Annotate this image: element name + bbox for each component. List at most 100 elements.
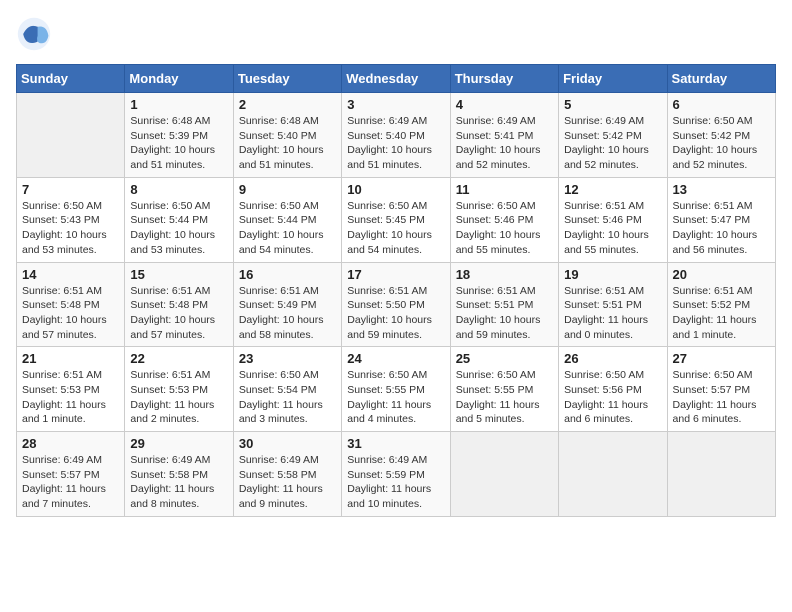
day-number: 17 [347, 267, 444, 282]
day-number: 2 [239, 97, 336, 112]
day-number: 10 [347, 182, 444, 197]
day-number: 8 [130, 182, 227, 197]
calendar-cell: 23 Sunrise: 6:50 AM Sunset: 5:54 PM Dayli… [233, 347, 341, 432]
header-row: SundayMondayTuesdayWednesdayThursdayFrid… [17, 65, 776, 93]
day-info: Sunrise: 6:51 AM Sunset: 5:53 PM Dayligh… [22, 368, 119, 427]
header-saturday: Saturday [667, 65, 775, 93]
day-number: 28 [22, 436, 119, 451]
day-info: Sunrise: 6:50 AM Sunset: 5:46 PM Dayligh… [456, 199, 553, 258]
calendar-cell: 10 Sunrise: 6:50 AM Sunset: 5:45 PM Dayli… [342, 177, 450, 262]
day-number: 29 [130, 436, 227, 451]
day-info: Sunrise: 6:50 AM Sunset: 5:42 PM Dayligh… [673, 114, 770, 173]
calendar-cell: 1Sunrise: 6:48 AM Sunset: 5:39 PM Daylig… [125, 93, 233, 178]
day-number: 14 [22, 267, 119, 282]
day-info: Sunrise: 6:51 AM Sunset: 5:49 PM Dayligh… [239, 284, 336, 343]
header-monday: Monday [125, 65, 233, 93]
calendar-cell: 26 Sunrise: 6:50 AM Sunset: 5:56 PM Dayli… [559, 347, 667, 432]
calendar-cell: 29 Sunrise: 6:49 AM Sunset: 5:58 PM Dayli… [125, 432, 233, 517]
day-info: Sunrise: 6:50 AM Sunset: 5:44 PM Dayligh… [239, 199, 336, 258]
day-number: 16 [239, 267, 336, 282]
day-info: Sunrise: 6:49 AM Sunset: 5:57 PM Dayligh… [22, 453, 119, 512]
calendar-body: 1Sunrise: 6:48 AM Sunset: 5:39 PM Daylig… [17, 93, 776, 517]
day-info: Sunrise: 6:50 AM Sunset: 5:45 PM Dayligh… [347, 199, 444, 258]
day-info: Sunrise: 6:51 AM Sunset: 5:46 PM Dayligh… [564, 199, 661, 258]
header-wednesday: Wednesday [342, 65, 450, 93]
day-info: Sunrise: 6:49 AM Sunset: 5:59 PM Dayligh… [347, 453, 444, 512]
page-header [16, 16, 776, 52]
header-thursday: Thursday [450, 65, 558, 93]
logo-icon [16, 16, 52, 52]
day-number: 13 [673, 182, 770, 197]
week-row-0: 1Sunrise: 6:48 AM Sunset: 5:39 PM Daylig… [17, 93, 776, 178]
calendar-cell: 31Sunrise: 6:49 AM Sunset: 5:59 PM Dayli… [342, 432, 450, 517]
calendar-cell: 8 Sunrise: 6:50 AM Sunset: 5:44 PM Daylig… [125, 177, 233, 262]
week-row-3: 21 Sunrise: 6:51 AM Sunset: 5:53 PM Dayli… [17, 347, 776, 432]
calendar-cell: 6 Sunrise: 6:50 AM Sunset: 5:42 PM Daylig… [667, 93, 775, 178]
day-info: Sunrise: 6:48 AM Sunset: 5:40 PM Dayligh… [239, 114, 336, 173]
calendar-cell: 24 Sunrise: 6:50 AM Sunset: 5:55 PM Dayli… [342, 347, 450, 432]
day-info: Sunrise: 6:49 AM Sunset: 5:41 PM Dayligh… [456, 114, 553, 173]
calendar-cell: 12 Sunrise: 6:51 AM Sunset: 5:46 PM Dayli… [559, 177, 667, 262]
week-row-4: 28 Sunrise: 6:49 AM Sunset: 5:57 PM Dayli… [17, 432, 776, 517]
calendar-cell: 4 Sunrise: 6:49 AM Sunset: 5:41 PM Daylig… [450, 93, 558, 178]
day-number: 15 [130, 267, 227, 282]
day-number: 9 [239, 182, 336, 197]
day-number: 23 [239, 351, 336, 366]
day-info: Sunrise: 6:51 AM Sunset: 5:51 PM Dayligh… [456, 284, 553, 343]
day-number: 11 [456, 182, 553, 197]
calendar-cell: 30Sunrise: 6:49 AM Sunset: 5:58 PM Dayli… [233, 432, 341, 517]
day-number: 26 [564, 351, 661, 366]
calendar-cell: 25 Sunrise: 6:50 AM Sunset: 5:55 PM Dayli… [450, 347, 558, 432]
calendar-cell [559, 432, 667, 517]
day-info: Sunrise: 6:49 AM Sunset: 5:58 PM Dayligh… [130, 453, 227, 512]
day-info: Sunrise: 6:51 AM Sunset: 5:53 PM Dayligh… [130, 368, 227, 427]
calendar-cell: 16 Sunrise: 6:51 AM Sunset: 5:49 PM Dayli… [233, 262, 341, 347]
calendar-table: SundayMondayTuesdayWednesdayThursdayFrid… [16, 64, 776, 517]
calendar-cell: 28 Sunrise: 6:49 AM Sunset: 5:57 PM Dayli… [17, 432, 125, 517]
calendar-cell: 14Sunrise: 6:51 AM Sunset: 5:48 PM Dayli… [17, 262, 125, 347]
calendar-cell: 19Sunrise: 6:51 AM Sunset: 5:51 PM Dayli… [559, 262, 667, 347]
day-info: Sunrise: 6:50 AM Sunset: 5:56 PM Dayligh… [564, 368, 661, 427]
calendar-cell: 20Sunrise: 6:51 AM Sunset: 5:52 PM Dayli… [667, 262, 775, 347]
calendar-header: SundayMondayTuesdayWednesdayThursdayFrid… [17, 65, 776, 93]
calendar-cell: 22 Sunrise: 6:51 AM Sunset: 5:53 PM Dayli… [125, 347, 233, 432]
calendar-cell: 27 Sunrise: 6:50 AM Sunset: 5:57 PM Dayli… [667, 347, 775, 432]
calendar-cell: 2 Sunrise: 6:48 AM Sunset: 5:40 PM Daylig… [233, 93, 341, 178]
day-number: 4 [456, 97, 553, 112]
day-info: Sunrise: 6:51 AM Sunset: 5:52 PM Dayligh… [673, 284, 770, 343]
day-number: 19 [564, 267, 661, 282]
calendar-cell: 9 Sunrise: 6:50 AM Sunset: 5:44 PM Daylig… [233, 177, 341, 262]
calendar-cell [667, 432, 775, 517]
day-number: 6 [673, 97, 770, 112]
day-number: 7 [22, 182, 119, 197]
day-info: Sunrise: 6:50 AM Sunset: 5:57 PM Dayligh… [673, 368, 770, 427]
day-number: 12 [564, 182, 661, 197]
calendar-cell: 13 Sunrise: 6:51 AM Sunset: 5:47 PM Dayli… [667, 177, 775, 262]
calendar-cell [17, 93, 125, 178]
day-number: 22 [130, 351, 227, 366]
day-number: 3 [347, 97, 444, 112]
day-info: Sunrise: 6:50 AM Sunset: 5:44 PM Dayligh… [130, 199, 227, 258]
day-number: 24 [347, 351, 444, 366]
day-number: 25 [456, 351, 553, 366]
calendar-cell: 3Sunrise: 6:49 AM Sunset: 5:40 PM Daylig… [342, 93, 450, 178]
day-info: Sunrise: 6:49 AM Sunset: 5:42 PM Dayligh… [564, 114, 661, 173]
header-friday: Friday [559, 65, 667, 93]
calendar-cell: 21 Sunrise: 6:51 AM Sunset: 5:53 PM Dayli… [17, 347, 125, 432]
day-number: 27 [673, 351, 770, 366]
calendar-cell: 17Sunrise: 6:51 AM Sunset: 5:50 PM Dayli… [342, 262, 450, 347]
day-info: Sunrise: 6:49 AM Sunset: 5:58 PM Dayligh… [239, 453, 336, 512]
day-number: 18 [456, 267, 553, 282]
day-info: Sunrise: 6:50 AM Sunset: 5:55 PM Dayligh… [347, 368, 444, 427]
calendar-cell: 18 Sunrise: 6:51 AM Sunset: 5:51 PM Dayli… [450, 262, 558, 347]
header-tuesday: Tuesday [233, 65, 341, 93]
day-info: Sunrise: 6:51 AM Sunset: 5:48 PM Dayligh… [130, 284, 227, 343]
calendar-cell: 11 Sunrise: 6:50 AM Sunset: 5:46 PM Dayli… [450, 177, 558, 262]
day-info: Sunrise: 6:50 AM Sunset: 5:43 PM Dayligh… [22, 199, 119, 258]
day-info: Sunrise: 6:51 AM Sunset: 5:47 PM Dayligh… [673, 199, 770, 258]
day-info: Sunrise: 6:50 AM Sunset: 5:55 PM Dayligh… [456, 368, 553, 427]
logo [16, 16, 56, 52]
day-number: 21 [22, 351, 119, 366]
day-number: 5 [564, 97, 661, 112]
day-info: Sunrise: 6:50 AM Sunset: 5:54 PM Dayligh… [239, 368, 336, 427]
